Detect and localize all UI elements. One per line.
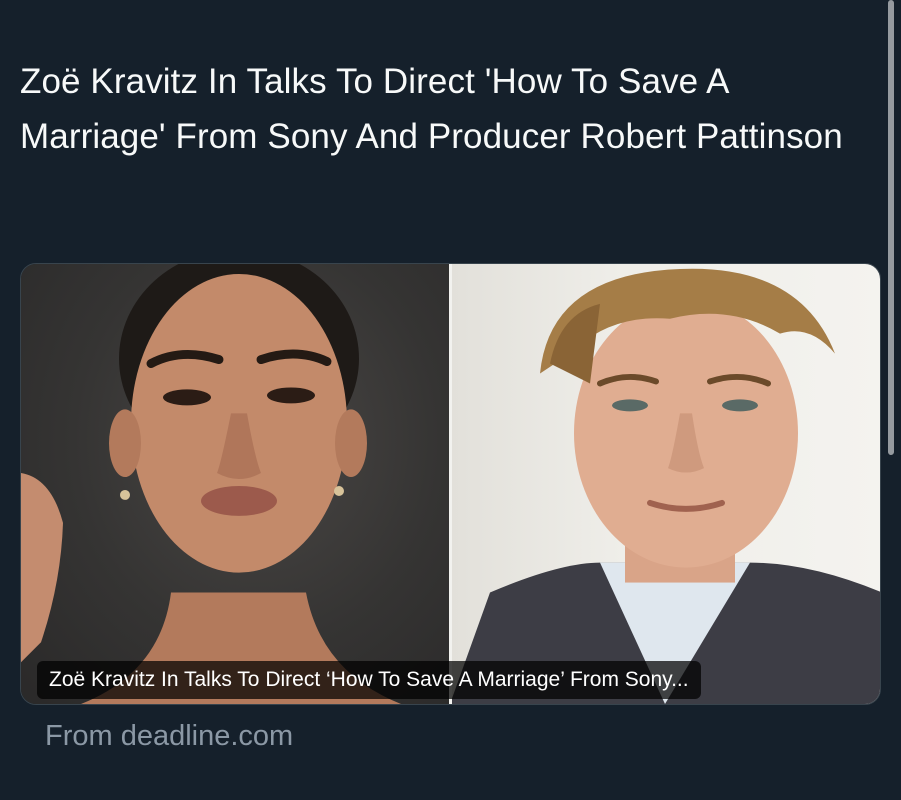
scrollbar[interactable]	[888, 0, 894, 455]
link-preview-card[interactable]: Zoë Kravitz In Talks To Direct ‘How To S…	[20, 263, 881, 705]
card-source-link[interactable]: From deadline.com	[45, 716, 293, 756]
portrait-photo-man	[450, 264, 880, 704]
card-title-caption: Zoë Kravitz In Talks To Direct ‘How To S…	[37, 661, 701, 699]
portrait-photo-woman	[21, 264, 450, 704]
image-divider	[449, 264, 452, 704]
tweet-text: Zoë Kravitz In Talks To Direct 'How To S…	[20, 62, 843, 156]
